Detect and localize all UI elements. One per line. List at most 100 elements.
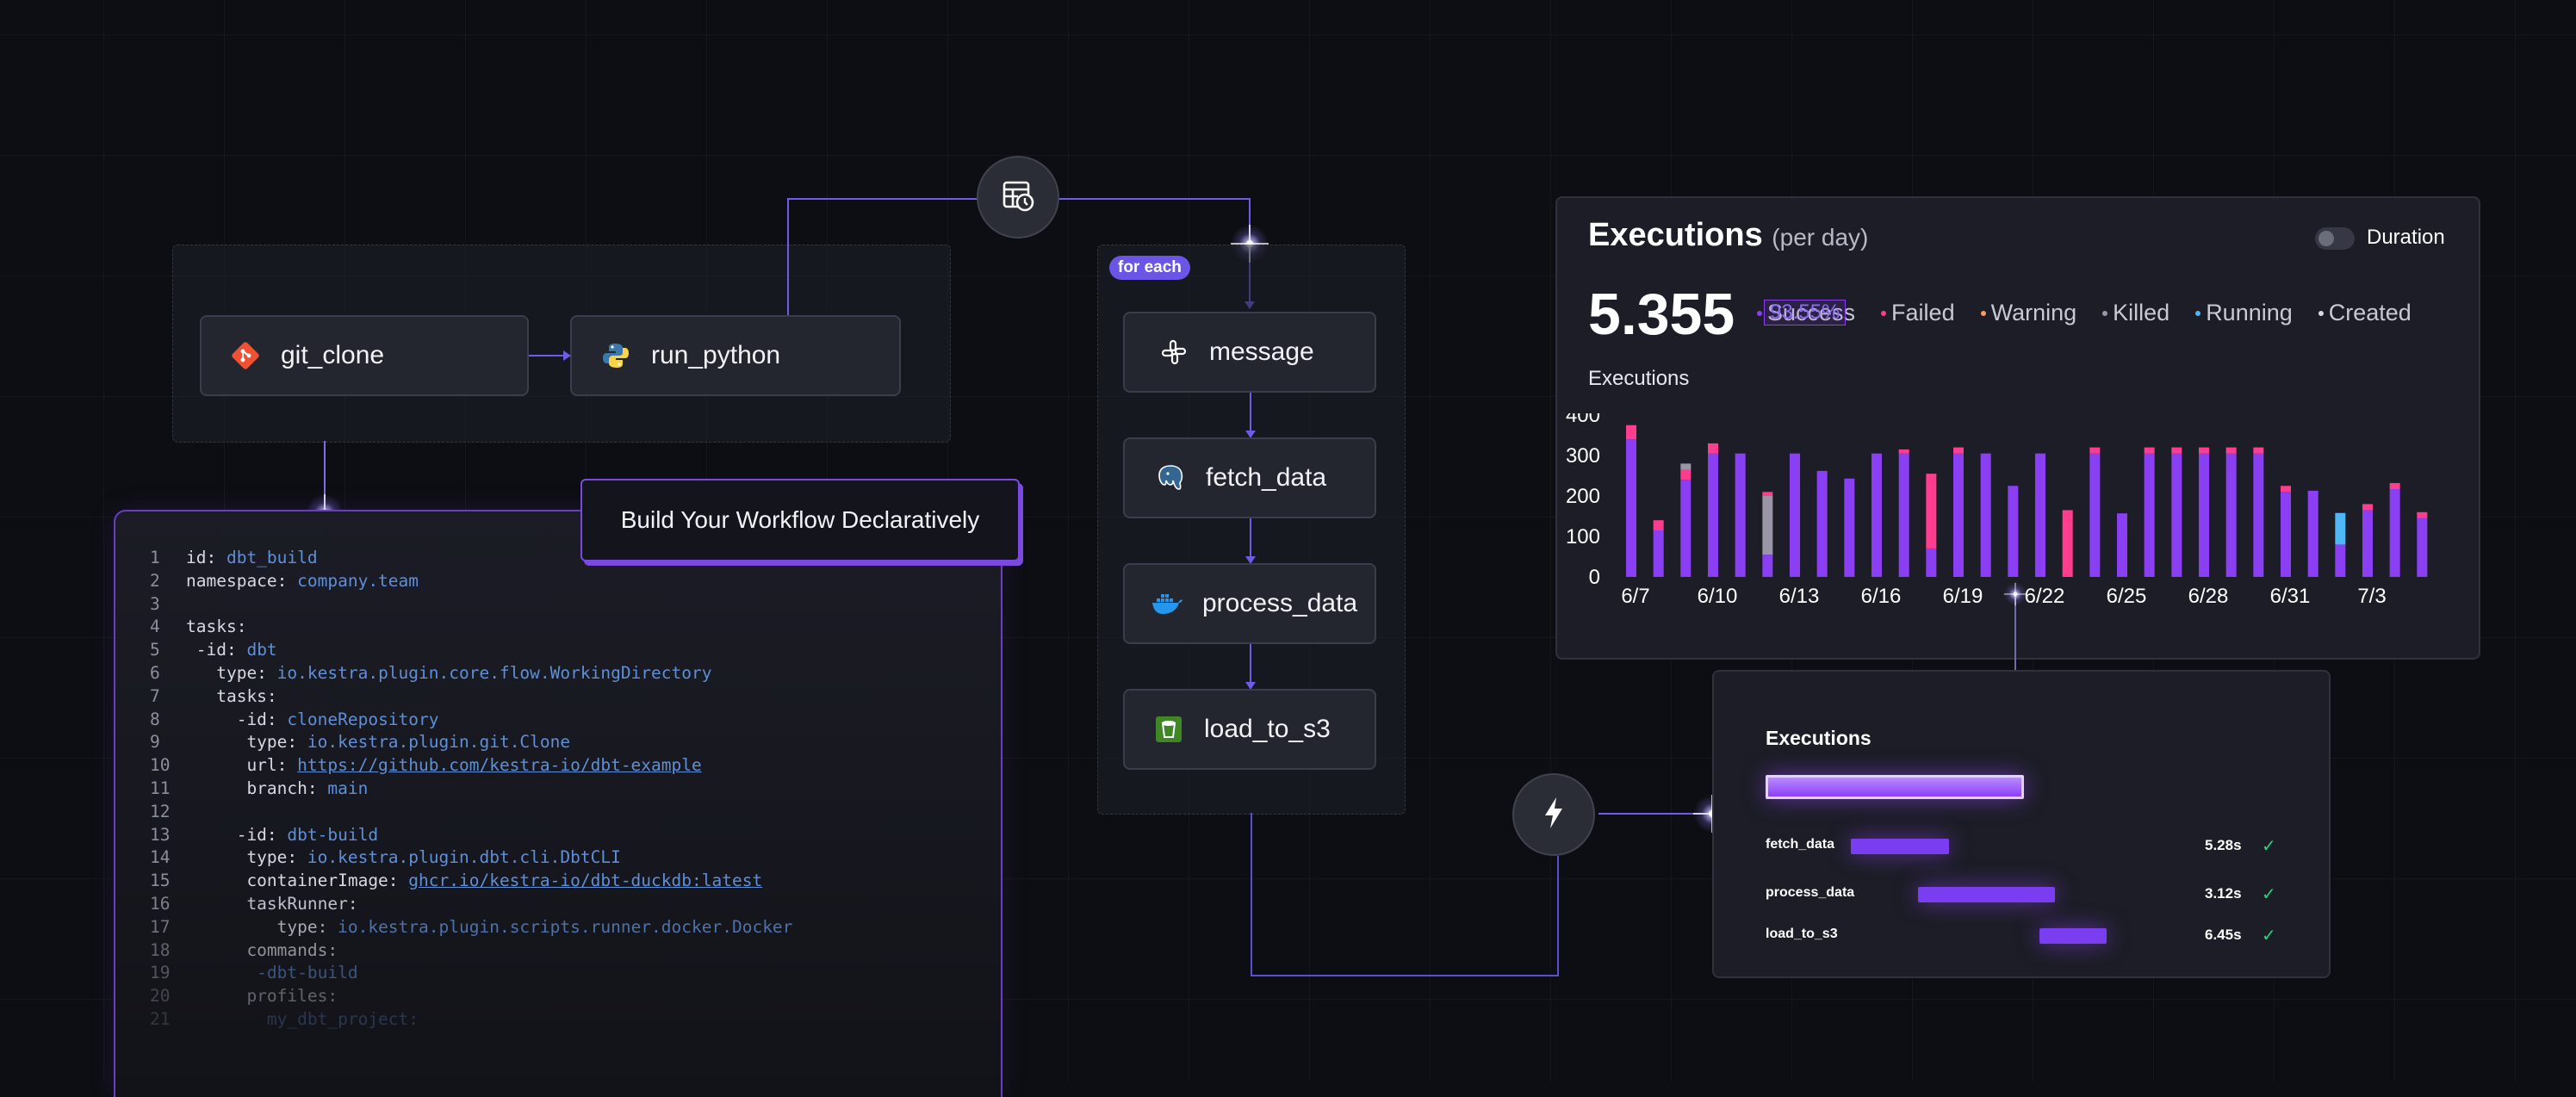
bar-segment[interactable]: [2362, 510, 2373, 577]
bar-segment[interactable]: [2417, 511, 2428, 518]
gantt-bar[interactable]: [1918, 887, 2055, 902]
task-node-fetch-data[interactable]: fetch_data: [1123, 437, 1376, 518]
code-line: 20 profiles:: [150, 986, 792, 1009]
chart-legend: Success 93.55% Failed Warning Killed Run…: [1757, 300, 2412, 326]
bar-segment[interactable]: [1762, 496, 1773, 555]
bar-segment[interactable]: [1790, 453, 1800, 577]
bar-segment[interactable]: [2389, 489, 2400, 577]
code-link[interactable]: https://github.com/kestra-io/dbt-example: [297, 755, 702, 778]
bar-segment[interactable]: [2389, 482, 2400, 490]
legend-label: Warning: [1990, 300, 2077, 325]
bar-segment[interactable]: [1898, 453, 1909, 577]
task-node-run-python[interactable]: run_python: [570, 315, 901, 396]
bar-segment[interactable]: [1953, 447, 1964, 454]
task-node-process-data[interactable]: process_data: [1123, 563, 1376, 644]
y-tick-label: 100: [1566, 525, 1600, 548]
task-node-label: fetch_data: [1206, 463, 1327, 492]
schedule-trigger-button[interactable]: [977, 156, 1059, 239]
bar-segment[interactable]: [1708, 453, 1718, 577]
bar-segment[interactable]: [2307, 490, 2318, 577]
bar-segment[interactable]: [2253, 453, 2264, 577]
gantt-bar[interactable]: [1851, 839, 1949, 854]
bar-segment[interactable]: [2008, 486, 2019, 577]
bar-segment[interactable]: [2362, 504, 2373, 511]
bar-segment[interactable]: [1953, 453, 1964, 577]
bar-segment[interactable]: [2089, 447, 2101, 454]
line-number: 15: [150, 871, 171, 891]
bar-segment[interactable]: [1680, 463, 1691, 470]
task-node-git-clone[interactable]: git_clone: [200, 315, 529, 396]
foreach-badge: for each: [1109, 256, 1190, 280]
code-token: io.kestra.plugin.dbt.cli.DbtCLI: [307, 847, 621, 868]
bar-segment[interactable]: [1626, 425, 1636, 440]
legend-item-warning[interactable]: Warning: [1980, 300, 2077, 326]
bar-segment[interactable]: [1844, 478, 1855, 577]
bar-segment[interactable]: [1653, 530, 1664, 577]
line-number: 14: [150, 847, 171, 868]
bar-segment[interactable]: [2171, 447, 2182, 454]
connector: [1251, 975, 1559, 976]
bar-segment[interactable]: [2035, 453, 2045, 577]
bar-segment[interactable]: [2171, 453, 2182, 577]
legend-item-success[interactable]: Success 93.55%: [1757, 300, 1855, 326]
bar-segment[interactable]: [1898, 449, 1909, 454]
bar-segment[interactable]: [1626, 439, 1636, 577]
trigger-button[interactable]: [1512, 773, 1595, 856]
bar-segment[interactable]: [2417, 518, 2428, 577]
executions-title-text: Executions: [1588, 217, 1763, 253]
bar-segment[interactable]: [2335, 512, 2346, 545]
code-token: profiles:: [186, 986, 338, 1007]
legend-item-created[interactable]: Created: [2318, 300, 2412, 326]
bar-segment[interactable]: [2117, 513, 2127, 577]
task-node-load-to-s3[interactable]: load_to_s3: [1123, 689, 1376, 770]
gantt-bar-overall[interactable]: [1766, 775, 2024, 799]
bar-segment[interactable]: [2089, 453, 2101, 577]
bar-segment[interactable]: [2062, 510, 2073, 577]
code-token: company.team: [297, 570, 419, 591]
task-node-label: run_python: [651, 341, 781, 369]
bar-segment[interactable]: [2281, 486, 2291, 493]
connector: [787, 198, 789, 315]
bar-segment[interactable]: [1680, 480, 1691, 577]
arrow-head: [563, 350, 571, 361]
bar-segment[interactable]: [1708, 443, 1718, 454]
x-tick-label: 6/22: [2025, 585, 2065, 608]
bar-segment[interactable]: [2335, 544, 2346, 577]
executions-subtitle: (per day): [1772, 224, 1869, 251]
bar-segment[interactable]: [1653, 520, 1664, 530]
bar-segment[interactable]: [2225, 453, 2237, 577]
gantt-duration: 6.45s: [2205, 927, 2242, 943]
bar-segment[interactable]: [1980, 453, 1991, 577]
code-line: 9 type: io.kestra.plugin.git.Clone: [150, 732, 792, 755]
legend-item-killed[interactable]: Killed: [2102, 300, 2169, 326]
bar-segment[interactable]: [2281, 492, 2291, 577]
bar-segment[interactable]: [1871, 453, 1882, 577]
code-editor[interactable]: 1 id: dbt_build 2 namespace: company.team 3 4…: [114, 510, 1002, 1097]
legend-item-failed[interactable]: Failed: [1881, 300, 1955, 326]
bar-segment[interactable]: [2199, 453, 2209, 577]
task-node-message[interactable]: message: [1123, 312, 1376, 393]
bar-segment[interactable]: [1735, 453, 1746, 577]
gantt-bar[interactable]: [2039, 928, 2107, 944]
bar-segment[interactable]: [2144, 447, 2155, 454]
bar-segment[interactable]: [2199, 447, 2209, 454]
duration-toggle[interactable]: [2315, 227, 2355, 250]
code-link[interactable]: ghcr.io/kestra-io/dbt-duckdb:latest: [408, 871, 762, 894]
bar-segment[interactable]: [2225, 447, 2237, 454]
code-token: io.kestra.plugin.git.Clone: [307, 732, 571, 753]
legend-item-running[interactable]: Running: [2195, 300, 2293, 326]
bar-segment[interactable]: [1926, 474, 1937, 549]
bar-segment[interactable]: [2144, 453, 2155, 577]
bar-segment[interactable]: [1762, 555, 1773, 577]
code-token: taskRunner:: [186, 893, 358, 914]
bar-segment[interactable]: [2253, 447, 2264, 454]
line-number: 6: [150, 662, 160, 683]
code-token: containerImage:: [186, 871, 409, 891]
bar-segment[interactable]: [1680, 469, 1691, 480]
code-token: branch:: [186, 778, 328, 798]
bar-segment[interactable]: [1762, 492, 1773, 496]
lightning-icon: [1541, 796, 1567, 834]
bar-segment[interactable]: [1926, 548, 1937, 577]
line-number: 21: [150, 1008, 171, 1029]
bar-segment[interactable]: [1816, 470, 1828, 577]
